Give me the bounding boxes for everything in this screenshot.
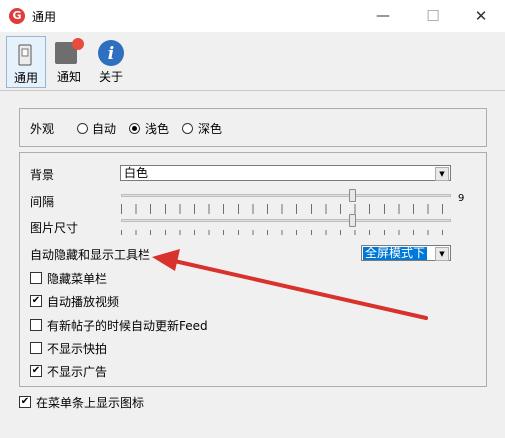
annotation-arrow-icon xyxy=(152,249,428,320)
